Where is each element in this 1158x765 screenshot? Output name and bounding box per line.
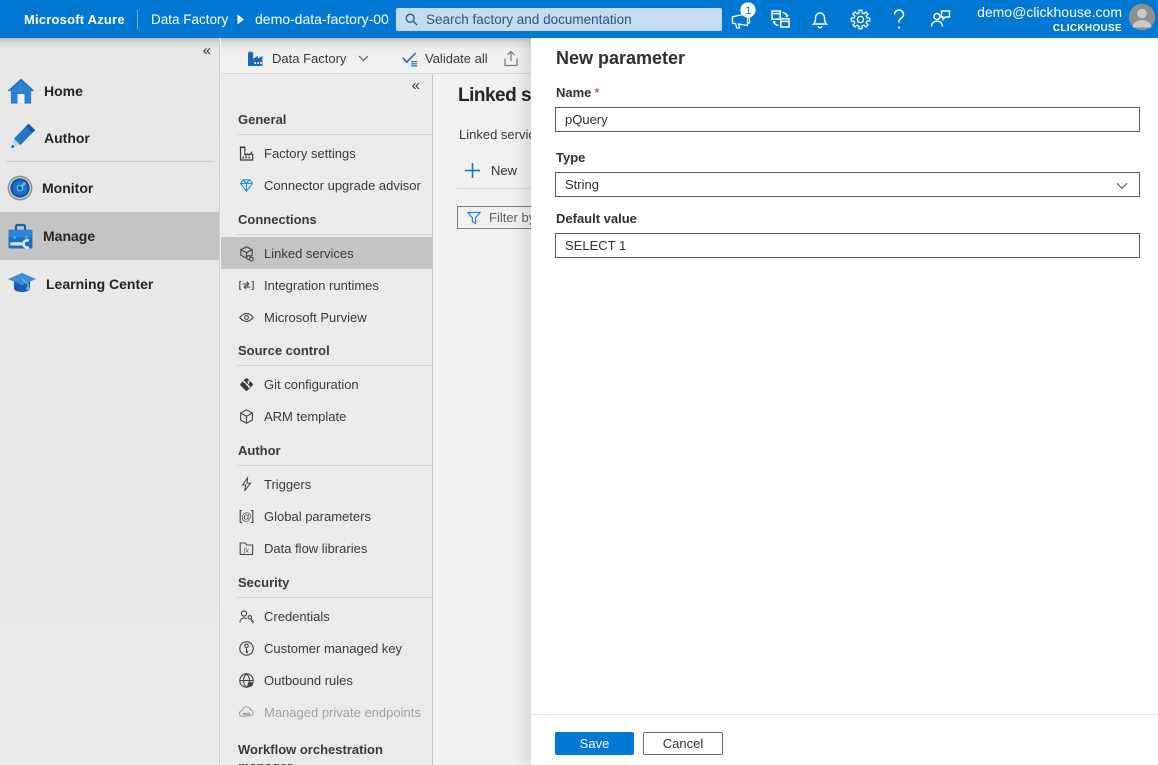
svg-text:@: @ [241, 511, 252, 523]
svg-text:fx: fx [244, 545, 250, 554]
svg-text:1: 1 [745, 5, 751, 17]
